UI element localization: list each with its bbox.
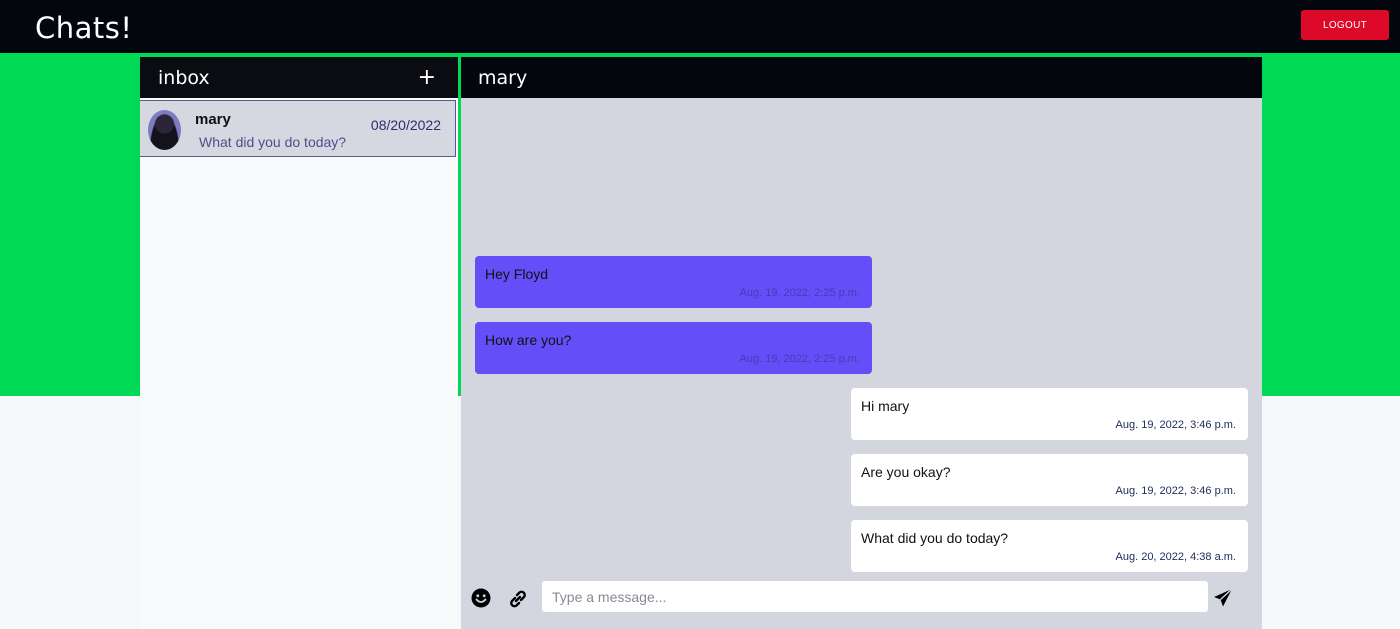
app-brand[interactable]: Chats! xyxy=(35,11,133,45)
conversation-name: mary xyxy=(195,111,231,128)
logout-button[interactable]: LOGOUT xyxy=(1301,10,1389,40)
inbox-header: inbox + xyxy=(140,57,458,98)
message-input[interactable] xyxy=(542,581,1208,612)
outgoing-message: Hi mary Aug. 19, 2022, 3:46 p.m. xyxy=(851,388,1248,440)
inbox-panel: inbox + mary 08/20/2022 What did you do … xyxy=(140,57,458,629)
message-timestamp: Aug. 19, 2022, 2:25 p.m. xyxy=(739,353,860,365)
conversation-preview: What did you do today? xyxy=(199,134,347,150)
link-icon[interactable] xyxy=(506,587,530,611)
chat-panel: mary Hey Floyd Aug. 19, 2022, 2:25 p.m. … xyxy=(461,57,1262,629)
outgoing-message: What did you do today? Aug. 20, 2022, 4:… xyxy=(851,520,1248,572)
top-navbar: Chats! LOGOUT xyxy=(0,0,1400,53)
message-text: How are you? xyxy=(485,332,572,348)
message-text: Are you okay? xyxy=(861,464,951,480)
plus-icon[interactable]: + xyxy=(418,66,436,89)
conversation-item[interactable]: mary 08/20/2022 What did you do today? xyxy=(140,100,456,157)
incoming-message: How are you? Aug. 19, 2022, 2:25 p.m. xyxy=(475,322,872,374)
chat-header: mary xyxy=(461,57,1262,98)
paper-plane-icon[interactable] xyxy=(1211,587,1235,611)
message-text: Hi mary xyxy=(861,398,910,414)
message-composer xyxy=(461,572,1262,629)
conversation-date: 08/20/2022 xyxy=(370,117,441,133)
smiley-icon[interactable] xyxy=(469,587,493,611)
message-timestamp: Aug. 19, 2022, 3:46 p.m. xyxy=(1115,419,1236,431)
message-timestamp: Aug. 19, 2022, 2:25 p.m. xyxy=(739,287,860,299)
incoming-message: Hey Floyd Aug. 19, 2022, 2:25 p.m. xyxy=(475,256,872,308)
avatar xyxy=(148,110,181,150)
message-text: What did you do today? xyxy=(861,530,1009,546)
inbox-title: inbox xyxy=(158,66,210,89)
message-timestamp: Aug. 19, 2022, 3:46 p.m. xyxy=(1115,485,1236,497)
outgoing-message: Are you okay? Aug. 19, 2022, 3:46 p.m. xyxy=(851,454,1248,506)
chat-contact-name: mary xyxy=(478,66,528,89)
message-text: Hey Floyd xyxy=(485,266,549,282)
message-timestamp: Aug. 20, 2022, 4:38 a.m. xyxy=(1115,551,1236,563)
